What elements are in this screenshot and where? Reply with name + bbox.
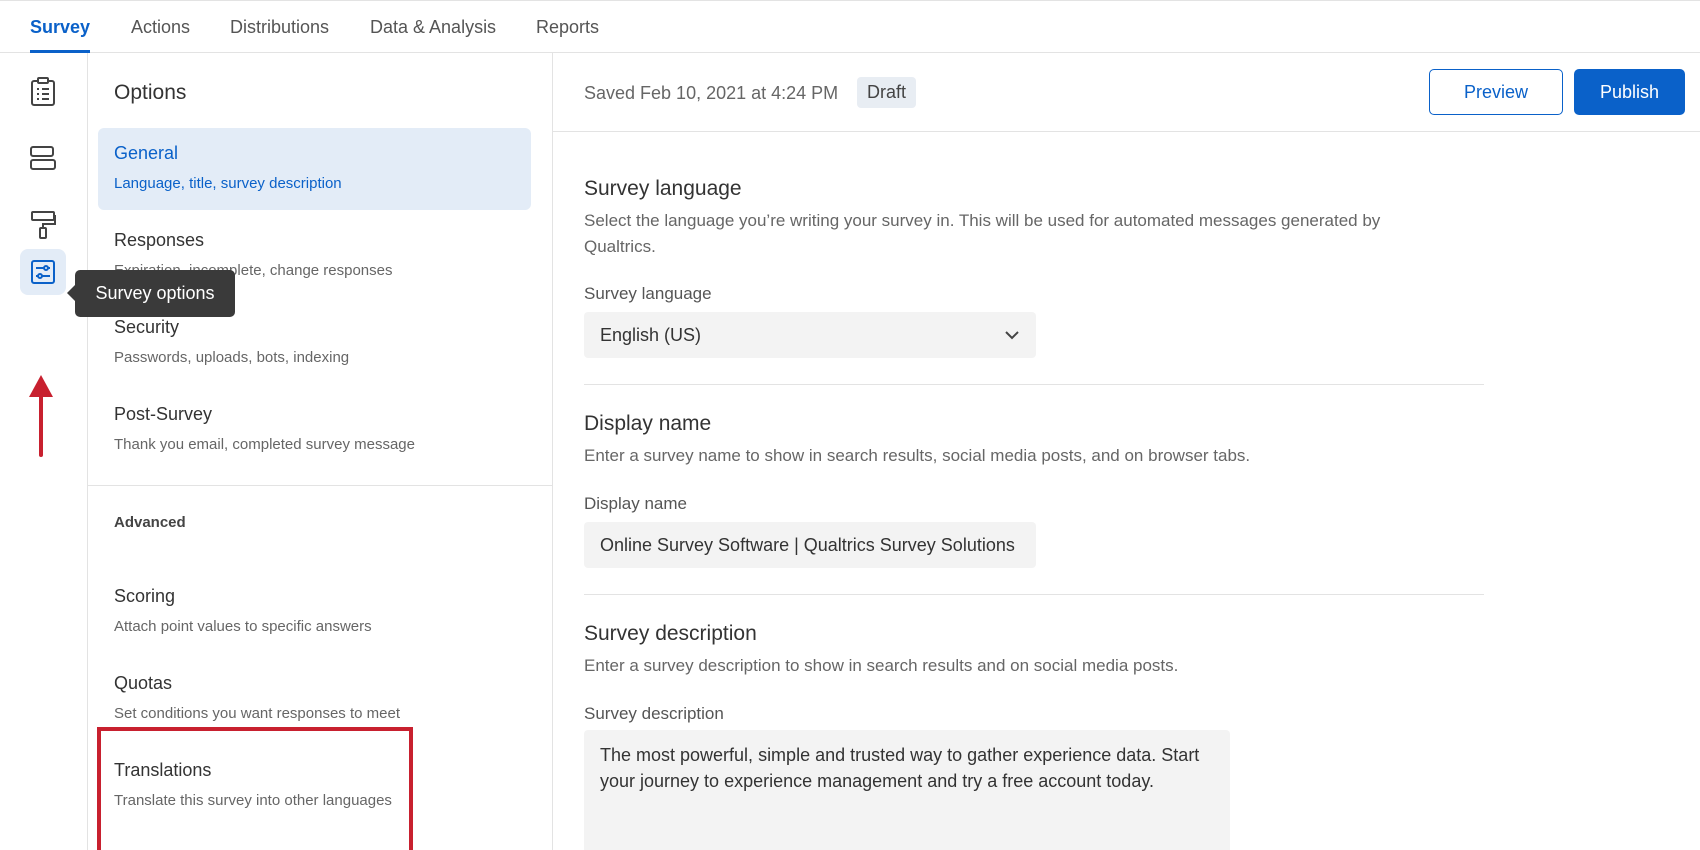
option-title: Scoring <box>114 586 176 606</box>
survey-language-value: English (US) <box>600 324 702 345</box>
display-name-title: Display name <box>584 412 712 435</box>
tab-survey[interactable]: Survey <box>30 17 90 38</box>
option-title: Responses <box>114 230 205 250</box>
advanced-heading: Advanced <box>114 514 186 531</box>
option-desc: Thank you email, completed survey messag… <box>114 436 415 453</box>
option-desc: Set conditions you want responses to mee… <box>114 705 400 722</box>
survey-options-tooltip: Survey options <box>67 270 235 317</box>
survey-options-icon <box>31 260 55 284</box>
option-title: Quotas <box>114 673 173 693</box>
option-title: Translations <box>114 760 212 780</box>
status-badge: Draft <box>857 77 917 108</box>
option-title: Security <box>114 317 180 337</box>
survey-options-button[interactable] <box>20 249 66 295</box>
option-desc: Language, title, survey description <box>114 175 342 192</box>
main-content: Saved Feb 10, 2021 at 4:24 PM Draft Prev… <box>553 53 1700 850</box>
main-header: Saved Feb 10, 2021 at 4:24 PM Draft Prev… <box>553 53 1700 132</box>
red-arrow-annotation <box>29 375 53 457</box>
tab-data-analysis[interactable]: Data & Analysis <box>370 17 496 38</box>
survey-description-textarea[interactable]: The most powerful, simple and trusted wa… <box>584 730 1230 850</box>
option-translations[interactable]: Translations Translate this survey into … <box>98 745 531 827</box>
tab-actions[interactable]: Actions <box>131 17 190 38</box>
section-divider <box>584 384 1484 385</box>
section-divider <box>584 594 1484 595</box>
display-name-desc: Enter a survey name to show in search re… <box>584 446 1251 465</box>
options-divider <box>88 485 553 486</box>
survey-flow-button[interactable] <box>20 135 66 181</box>
option-desc: Passwords, uploads, bots, indexing <box>114 349 350 366</box>
option-scoring[interactable]: Scoring Attach point values to specific … <box>98 571 531 653</box>
tool-rail <box>0 53 88 850</box>
survey-description-desc: Enter a survey description to show in se… <box>584 656 1179 675</box>
survey-editor-button[interactable] <box>20 69 66 115</box>
option-post-survey[interactable]: Post-Survey Thank you email, completed s… <box>98 389 531 471</box>
top-nav: Survey Actions Distributions Data & Anal… <box>0 0 1700 53</box>
preview-button[interactable]: Preview <box>1429 69 1563 115</box>
options-title: Options <box>114 81 187 104</box>
option-general[interactable]: General Language, title, survey descript… <box>98 128 531 210</box>
option-title: Post-Survey <box>114 404 213 424</box>
survey-language-desc: Select the language you’re writing your … <box>584 211 1381 256</box>
paint-roller-icon <box>31 211 56 239</box>
clipboard-icon <box>31 77 55 106</box>
option-desc: Attach point values to specific answers <box>114 618 372 635</box>
survey-language-select[interactable]: English (US) <box>584 312 1036 358</box>
display-name-input[interactable]: Online Survey Software | Qualtrics Surve… <box>584 522 1036 568</box>
survey-description-title: Survey description <box>584 622 757 645</box>
look-and-feel-button[interactable] <box>20 202 66 248</box>
options-panel: Options General Language, title, survey … <box>88 53 553 850</box>
publish-button[interactable]: Publish <box>1574 69 1685 115</box>
survey-language-title: Survey language <box>584 177 742 200</box>
tab-reports[interactable]: Reports <box>536 17 599 38</box>
chevron-down-icon <box>1005 331 1019 340</box>
tab-distributions[interactable]: Distributions <box>230 17 329 38</box>
option-desc: Translate this survey into other languag… <box>114 792 392 809</box>
option-title: General <box>114 143 179 163</box>
display-name-label: Display name <box>584 494 687 513</box>
saved-timestamp: Saved Feb 10, 2021 at 4:24 PM <box>584 83 839 103</box>
survey-flow-icon <box>30 146 56 170</box>
survey-description-label: Survey description <box>584 704 724 723</box>
option-quotas[interactable]: Quotas Set conditions you want responses… <box>98 658 531 740</box>
survey-language-label: Survey language <box>584 284 712 303</box>
